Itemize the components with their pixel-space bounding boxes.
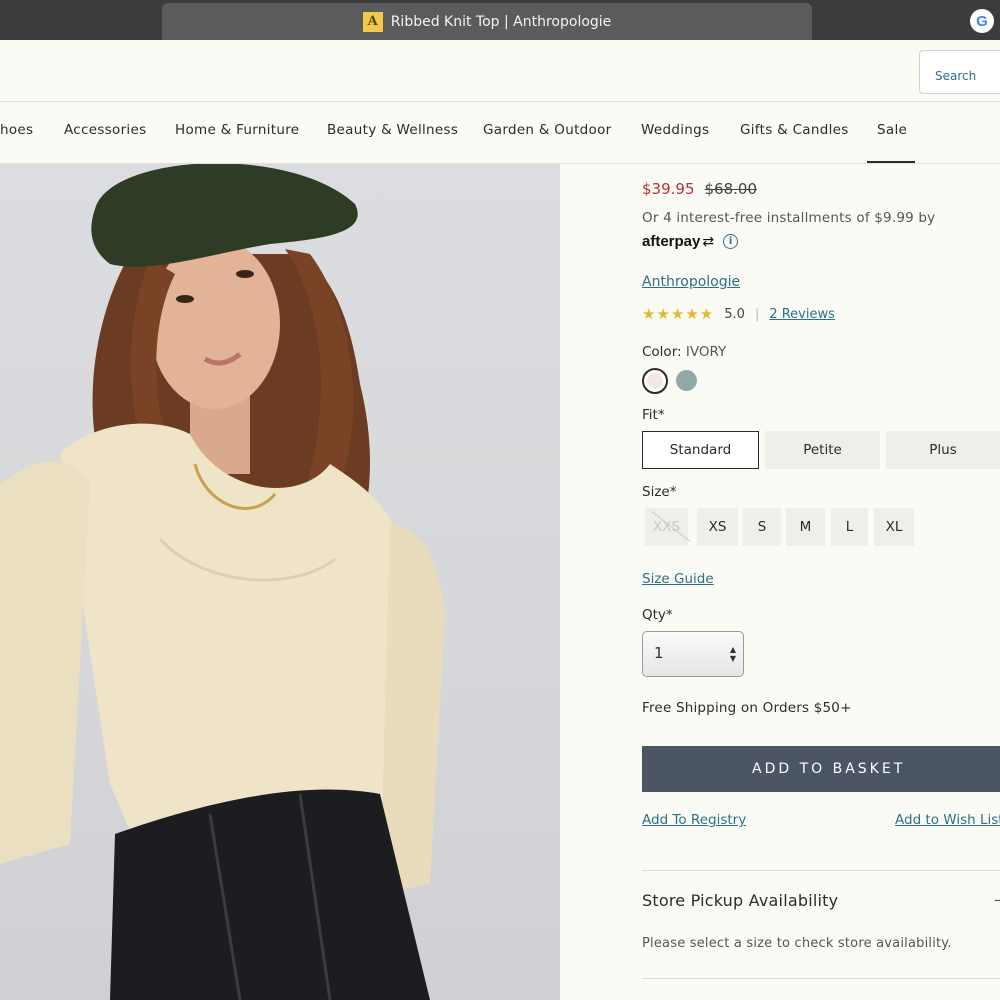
add-to-registry-link[interactable]: Add To Registry [642, 812, 746, 828]
color-value: IVORY [685, 344, 727, 360]
free-shipping-text: Free Shipping on Orders $50+ [642, 700, 852, 716]
fit-plus-button[interactable]: Plus [886, 431, 1000, 469]
section-divider [642, 978, 1000, 979]
rating-row: ★★★★★ 5.0 | 2 Reviews [642, 305, 835, 323]
installments-text: Or 4 interest-free installments of $9.99… [642, 210, 936, 226]
search-input[interactable]: Search [919, 50, 1000, 94]
category-nav: hoes Accessories Home & Furniture Beauty… [0, 102, 1000, 164]
store-pickup-title[interactable]: Store Pickup Availability [642, 891, 838, 910]
size-xl-button[interactable]: XL [874, 508, 914, 546]
anthropologie-favicon-icon: A [362, 11, 383, 32]
nav-item-gifts-candles[interactable]: Gifts & Candles [740, 122, 849, 138]
nav-item-beauty-wellness[interactable]: Beauty & Wellness [327, 122, 458, 138]
reviews-link[interactable]: 2 Reviews [769, 307, 835, 322]
color-label: Color: IVORY [642, 344, 726, 360]
sale-price: $39.95 [642, 180, 695, 198]
afterpay-logo: afterpay [642, 233, 701, 250]
browser-tab[interactable]: A Ribbed Knit Top | Anthropologie [162, 3, 812, 40]
nav-item-home-furniture[interactable]: Home & Furniture [175, 122, 299, 138]
add-to-basket-button[interactable]: ADD TO BASKET [642, 746, 1000, 792]
rating-separator: | [754, 306, 760, 322]
product-image[interactable] [0, 164, 560, 1000]
add-to-wishlist-link[interactable]: Add to Wish List [895, 812, 1000, 828]
info-icon[interactable]: i [723, 234, 739, 249]
browser-chrome: A Ribbed Knit Top | Anthropologie G [0, 0, 1000, 40]
fit-petite-button[interactable]: Petite [765, 431, 880, 469]
color-swatch-ivory[interactable] [642, 368, 668, 394]
star-rating-icon: ★★★★★ [642, 305, 715, 323]
size-xxs-button[interactable]: XXS [645, 508, 688, 546]
color-swatch-sage[interactable] [676, 370, 697, 391]
afterpay-arrows-icon: ⇄ [702, 233, 715, 250]
fit-standard-button[interactable]: Standard [642, 431, 759, 469]
model-illustration [0, 164, 445, 1000]
size-m-button[interactable]: M [786, 508, 825, 546]
size-s-button[interactable]: S [743, 508, 781, 546]
brand-link[interactable]: Anthropologie [642, 274, 740, 290]
section-divider [642, 870, 1000, 871]
size-l-button[interactable]: L [831, 508, 868, 546]
nav-item-shoes[interactable]: hoes [0, 122, 33, 138]
nav-item-accessories[interactable]: Accessories [64, 122, 146, 138]
tab-title: Ribbed Knit Top | Anthropologie [390, 13, 612, 30]
site-header: Search [0, 40, 1000, 102]
search-placeholder: Search [935, 69, 977, 83]
collapse-toggle-icon[interactable]: – [994, 890, 1000, 909]
original-price: $68.00 [704, 180, 758, 198]
nav-item-sale[interactable]: Sale [877, 122, 907, 138]
color-label-text: Color: [642, 344, 682, 360]
quantity-select[interactable]: 1 ▲ ▼ [642, 631, 744, 677]
price-row: $39.95 $68.00 [642, 180, 757, 198]
rating-value: 5.0 [724, 306, 745, 322]
nav-item-weddings[interactable]: Weddings [641, 122, 709, 138]
qty-label: Qty* [642, 607, 673, 623]
afterpay-row: afterpay ⇄ i [642, 233, 739, 250]
store-pickup-note: Please select a size to check store avai… [642, 936, 952, 951]
fit-label: Fit* [642, 407, 665, 423]
quantity-value: 1 [654, 644, 664, 662]
size-guide-link[interactable]: Size Guide [642, 571, 714, 587]
size-xs-button[interactable]: XS [697, 508, 738, 546]
select-arrows-icon: ▲ ▼ [729, 645, 736, 663]
google-profile-icon[interactable]: G [970, 9, 994, 33]
active-nav-underline [867, 161, 915, 163]
nav-item-garden-outdoor[interactable]: Garden & Outdoor [483, 122, 612, 138]
size-label: Size* [642, 484, 677, 500]
